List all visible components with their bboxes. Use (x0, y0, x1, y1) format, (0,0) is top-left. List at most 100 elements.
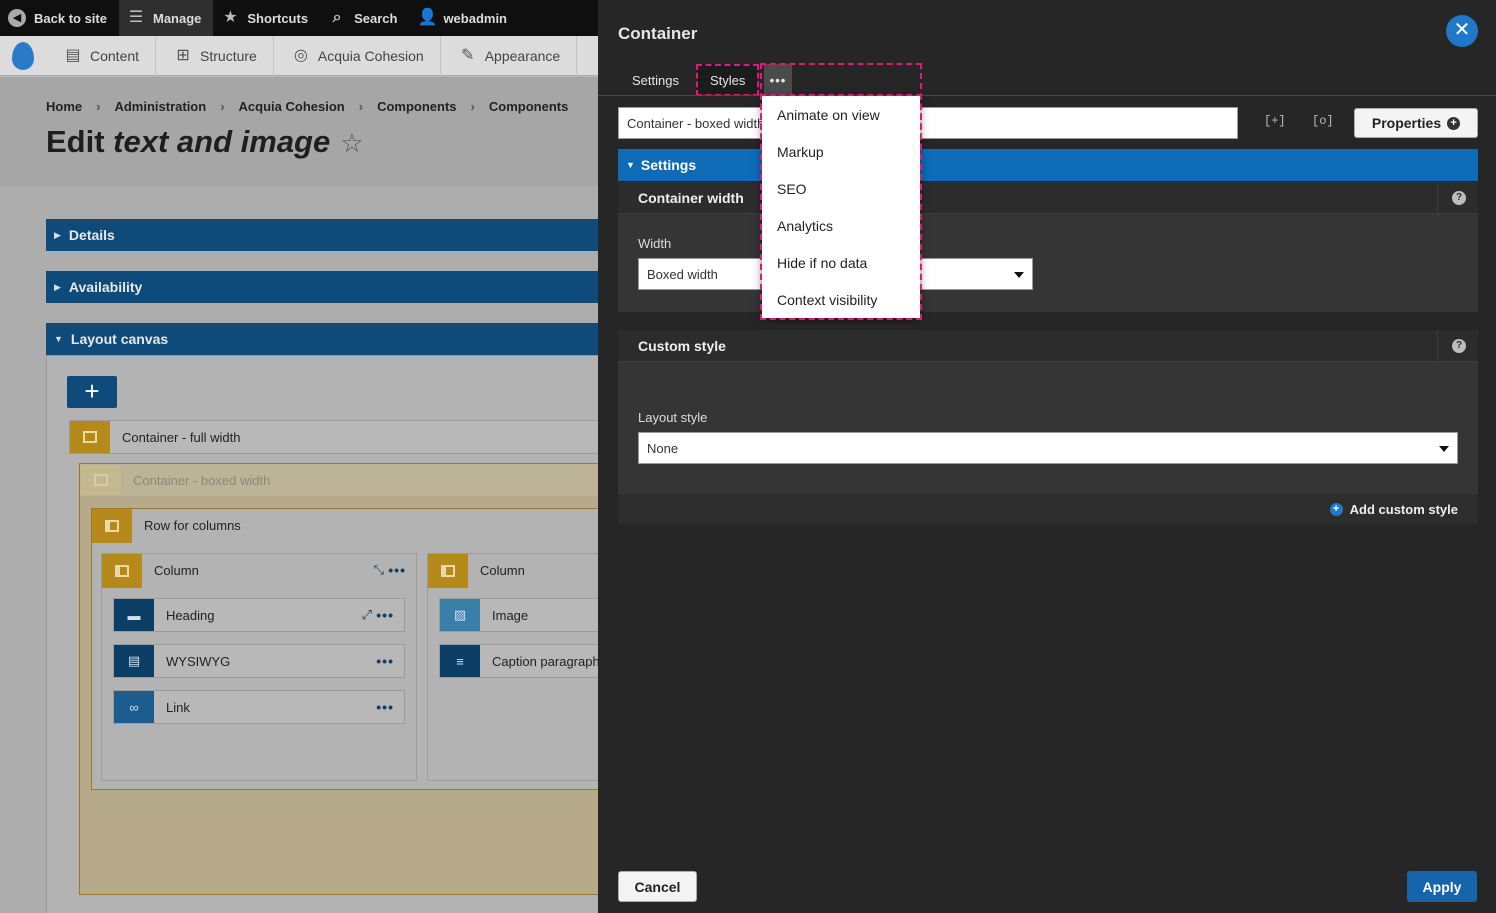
favorite-star-icon[interactable]: ☆ (340, 128, 363, 158)
menu-item-seo[interactable]: SEO (762, 170, 920, 207)
element-label: WYSIWYG (166, 653, 231, 669)
expand-icon[interactable]: ⤢ (362, 607, 372, 623)
breadcrumb: Home › Administration › Acquia Cohesion › C… (46, 99, 569, 114)
tab-styles[interactable]: Styles (696, 64, 760, 96)
element-label: Column (480, 563, 525, 578)
caret-right-icon: ▶ (54, 281, 61, 292)
element-label: Row for columns (144, 518, 241, 533)
tray-item-label: Structure (200, 48, 257, 64)
custom-style-panel: Custom style ? Layout style None (618, 330, 1478, 494)
availability-accordion[interactable]: ▶ Availability (46, 271, 598, 303)
collapse-icon[interactable]: ⤡ (374, 562, 384, 578)
element-title-input[interactable] (618, 107, 1238, 139)
manage-tab[interactable]: ☰ Manage (118, 0, 214, 36)
breadcrumb-item[interactable]: Home (46, 99, 82, 114)
tray-item-acquia-cohesion[interactable]: ◎ Acquia Cohesion (274, 36, 441, 76)
search-tab[interactable]: ⌕ Search (320, 0, 409, 36)
caption-paragraph-element[interactable]: ≡ Caption paragraph (439, 644, 598, 678)
help-icon[interactable]: ? (1452, 339, 1466, 353)
tray-item-content[interactable]: ▤ Content (46, 36, 157, 76)
section-title: Settings (640, 157, 697, 173)
heading-icon: ▬ (114, 599, 154, 631)
layout-style-value: None (647, 440, 679, 456)
layout-canvas: + Container - full width Container - box… (46, 355, 598, 913)
layout-canvas-accordion[interactable]: ▼ Layout canvas (46, 323, 598, 355)
back-to-site-label: Back to site (34, 10, 107, 26)
layout-style-select[interactable]: None (638, 432, 1458, 464)
more-actions-icon[interactable]: ••• (388, 562, 406, 578)
settings-section-header[interactable]: ▼ Settings (618, 149, 1478, 181)
container-boxed-width[interactable]: Container - boxed width (80, 464, 598, 496)
panel-title: Container width (638, 189, 744, 206)
page-title-plain: Edit (46, 124, 114, 159)
star-icon: ★ (223, 9, 238, 26)
document-icon: ▤ (65, 47, 81, 64)
page-title-italic: text and image (113, 124, 331, 159)
breadcrumb-item[interactable]: Components (489, 99, 568, 114)
tabs-divider (598, 95, 1496, 96)
accordion-label: Layout canvas (70, 331, 169, 347)
width-label: Width (638, 236, 672, 251)
container-icon (70, 421, 110, 453)
more-actions-icon[interactable]: ••• (376, 653, 394, 669)
paint-brush-icon: ✎ (461, 47, 475, 64)
menu-item-analytics[interactable]: Analytics (762, 207, 920, 244)
container-settings-modal: Container ✕ Settings Styles ••• [+] [o] … (598, 0, 1496, 913)
background-page: Home › Administration › Acquia Cohesion › C… (0, 77, 598, 913)
element-label: Link (166, 699, 190, 715)
apply-button[interactable]: Apply (1407, 871, 1477, 902)
element-label: Container - full width (122, 429, 241, 445)
element-label: Caption paragraph (492, 653, 598, 669)
close-button[interactable]: ✕ (1446, 15, 1478, 47)
menu-item-markup[interactable]: Markup (762, 133, 920, 170)
tray-item-appearance[interactable]: ✎ Appearance (441, 36, 578, 76)
breadcrumb-item[interactable]: Acquia Cohesion (239, 99, 345, 114)
container-width-panel: Container width ? Width Boxed width (618, 182, 1478, 312)
user-tab[interactable]: 👤 webadmin (409, 0, 519, 36)
drupal-logo[interactable] (0, 36, 46, 76)
drupal-drop-icon (12, 42, 34, 70)
heading-element[interactable]: ▬ Heading ⤢ ••• (113, 598, 405, 632)
column-icon (102, 554, 142, 588)
image-element[interactable]: ▨ Image (439, 598, 598, 632)
caret-down-icon: ▼ (54, 334, 63, 344)
shortcuts-tab[interactable]: ★ Shortcuts (213, 0, 320, 36)
wysiwyg-element[interactable]: ▤ WYSIWYG ••• (113, 644, 405, 678)
add-custom-style-button[interactable]: + Add custom style (618, 494, 1478, 524)
preview-icon[interactable]: [o] (1312, 114, 1334, 128)
element-label: Heading (166, 607, 215, 623)
breadcrumb-item[interactable]: Components (377, 99, 456, 114)
cancel-button[interactable]: Cancel (618, 871, 697, 902)
more-actions-icon[interactable]: ••• (376, 607, 394, 623)
panel-heading: Custom style ? (618, 330, 1478, 362)
expand-icon[interactable]: [+] (1264, 114, 1286, 128)
tab-settings[interactable]: Settings (618, 64, 693, 96)
tray-item-structure[interactable]: ⊞ Structure (156, 36, 274, 76)
accordion-label: Availability (68, 279, 143, 295)
caret-right-icon: ▶ (54, 229, 61, 240)
modal-title: Container (618, 24, 698, 43)
dropdown-arrow-icon (1439, 446, 1449, 452)
menu-item-context-visibility[interactable]: Context visibility (762, 281, 920, 318)
breadcrumb-item[interactable]: Administration (114, 99, 206, 114)
help-icon[interactable]: ? (1452, 191, 1466, 205)
width-select-value: Boxed width (647, 266, 718, 282)
caret-down-icon: ▼ (626, 160, 635, 170)
details-accordion[interactable]: ▶ Details (46, 219, 598, 251)
menu-item-animate-on-view[interactable]: Animate on view (762, 96, 920, 133)
menu-item-hide-if-no-data[interactable]: Hide if no data (762, 244, 920, 281)
row-icon (92, 509, 132, 543)
back-to-site-link[interactable]: ◀ Back to site (0, 0, 119, 36)
add-element-button[interactable]: + (67, 376, 117, 408)
more-actions-icon[interactable]: ••• (376, 699, 394, 715)
properties-label: Properties (1371, 115, 1442, 131)
link-element[interactable]: ∞ Link ••• (113, 690, 405, 724)
container-icon (81, 465, 121, 495)
container-full-width[interactable]: Container - full width (69, 420, 598, 454)
accordion-label: Details (68, 227, 115, 243)
panel-heading: Container width ? (618, 182, 1478, 214)
plus-circle-icon: + (1447, 116, 1461, 130)
link-icon: ∞ (114, 691, 154, 723)
properties-button[interactable]: Properties + (1354, 108, 1478, 138)
hamburger-icon: ☰ (128, 9, 144, 26)
